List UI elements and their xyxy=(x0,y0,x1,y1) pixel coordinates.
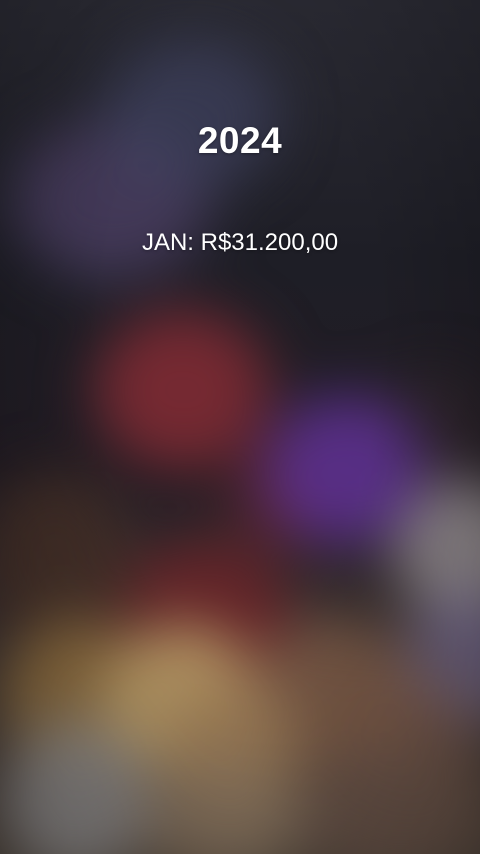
year-title: 2024 xyxy=(197,120,283,161)
month-amount-text: JAN: R$31.200,00 xyxy=(141,229,339,256)
screen: 2024 JAN: R$31.200,00 xyxy=(0,0,480,854)
